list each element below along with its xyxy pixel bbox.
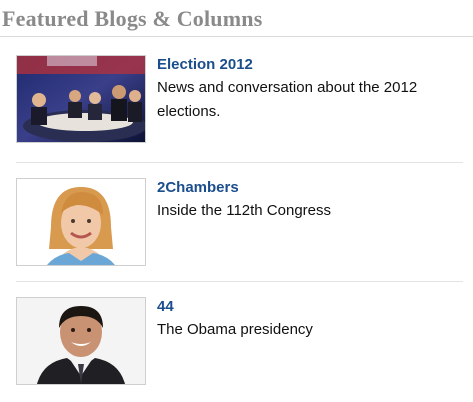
list-item: 2Chambers Inside the 112th Congress bbox=[16, 163, 463, 282]
columnist-portrait-photo-icon bbox=[17, 298, 145, 384]
featured-blogs-widget: Featured Blogs & Columns Election 2012 N… bbox=[0, 0, 473, 402]
blog-description: The Obama presidency bbox=[157, 321, 313, 338]
blog-title-link[interactable]: 44 bbox=[157, 297, 463, 316]
list-item: Election 2012 News and conversation abou… bbox=[16, 37, 463, 163]
blog-description: Inside the 112th Congress bbox=[157, 202, 332, 219]
blog-thumbnail-2chambers[interactable] bbox=[16, 178, 146, 266]
blog-title-link[interactable]: 2Chambers bbox=[157, 178, 463, 197]
blog-description: News and conversation about the 2012 ele… bbox=[157, 79, 418, 120]
blog-thumbnail-44[interactable] bbox=[16, 297, 146, 385]
blog-list: Election 2012 News and conversation abou… bbox=[0, 37, 473, 394]
widget-title: Featured Blogs & Columns bbox=[0, 0, 473, 37]
blog-thumbnail-election-2012[interactable] bbox=[16, 55, 146, 143]
debate-stage-photo-icon bbox=[17, 56, 145, 142]
columnist-portrait-photo-icon bbox=[17, 179, 145, 265]
list-item: 44 The Obama presidency bbox=[16, 282, 463, 394]
blog-title-link[interactable]: Election 2012 bbox=[157, 55, 463, 74]
